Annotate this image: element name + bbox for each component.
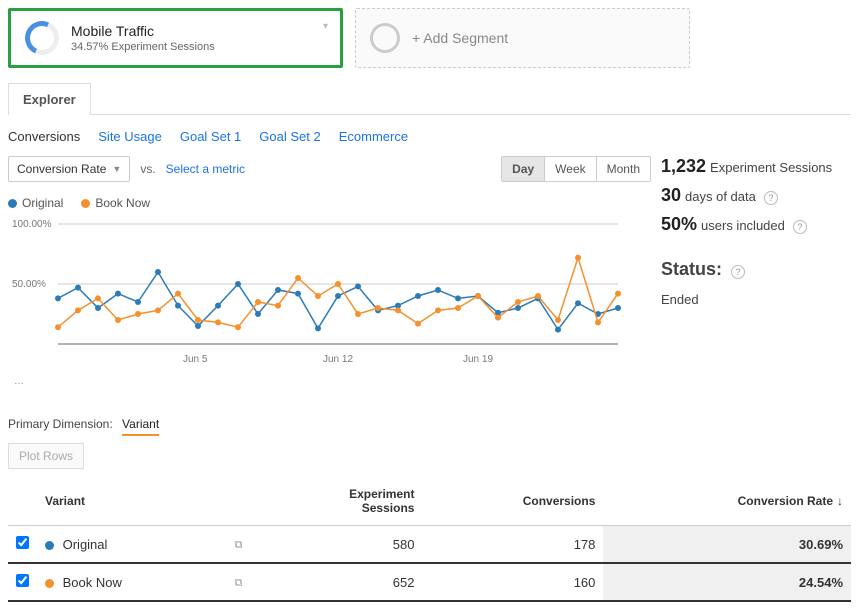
cell-sessions: 580 (256, 526, 422, 564)
dot-icon-blue (45, 541, 54, 550)
svg-text:100.00%: 100.00% (12, 219, 52, 230)
cell-conversions: 160 (422, 563, 603, 601)
metric1-dropdown[interactable]: Conversion Rate ▼ (8, 156, 130, 182)
summary-users: 50% users included ? (661, 214, 851, 235)
subtab-ecommerce[interactable]: Ecommerce (339, 129, 408, 144)
th-variant[interactable]: Variant (37, 477, 226, 526)
subtab-site-usage[interactable]: Site Usage (98, 129, 162, 144)
legend-original: Original (8, 196, 63, 210)
svg-text:Jun 19: Jun 19 (463, 354, 493, 365)
segment-subtitle: 34.57% Experiment Sessions (71, 41, 215, 53)
primary-dimension-label: Primary Dimension: (8, 417, 113, 431)
plot-rows-button: Plot Rows (8, 443, 84, 469)
cell-sessions: 652 (256, 563, 422, 601)
row-checkbox[interactable] (16, 574, 29, 587)
dot-icon-orange (81, 199, 90, 208)
legend-booknow: Book Now (81, 196, 150, 210)
add-segment-label: + Add Segment (412, 30, 508, 46)
gran-month[interactable]: Month (597, 157, 650, 181)
cell-rate: 30.69% (603, 526, 851, 564)
th-conversions[interactable]: Conversions (422, 477, 603, 526)
cell-variant: Original (37, 526, 226, 564)
granularity-toggle: Day Week Month (501, 156, 651, 182)
th-sessions[interactable]: Experiment Sessions (256, 477, 422, 526)
chevron-down-icon: ▾ (323, 21, 328, 32)
tab-explorer[interactable]: Explorer (8, 83, 91, 115)
sort-down-icon: ↓ (837, 494, 843, 508)
table-row: Book Now ⧉ 65216024.54% (8, 563, 851, 601)
vs-label: vs. (140, 162, 155, 176)
cell-variant: Book Now (37, 563, 226, 601)
metric2-select[interactable]: Select a metric (166, 162, 245, 176)
subtab-conversions[interactable]: Conversions (8, 129, 80, 144)
circle-icon (370, 23, 400, 53)
summary-sessions: 1,232 Experiment Sessions (661, 156, 851, 177)
variant-table: Variant Experiment Sessions Conversions … (8, 477, 851, 602)
table-row: Original ⧉ 58017830.69% (8, 526, 851, 564)
add-segment-button[interactable]: + Add Segment (355, 8, 690, 68)
primary-dimension-value[interactable]: Variant (122, 417, 159, 436)
gran-week[interactable]: Week (545, 157, 596, 181)
dot-icon-orange (45, 579, 54, 588)
open-icon[interactable]: ⧉ (234, 577, 242, 589)
segment-title: Mobile Traffic (71, 23, 215, 39)
svg-text:50.00%: 50.00% (12, 279, 46, 290)
help-icon[interactable]: ? (764, 191, 778, 205)
segment-mobile-traffic[interactable]: Mobile Traffic 34.57% Experiment Session… (8, 8, 343, 68)
help-icon[interactable]: ? (731, 265, 745, 279)
svg-text:Jun 5: Jun 5 (183, 354, 208, 365)
caret-down-icon: ▼ (112, 164, 121, 174)
cell-rate: 24.54% (603, 563, 851, 601)
cell-conversions: 178 (422, 526, 603, 564)
row-checkbox[interactable] (16, 536, 29, 549)
svg-text:Jun 12: Jun 12 (323, 354, 353, 365)
subtab-goal2[interactable]: Goal Set 2 (259, 129, 320, 144)
dot-icon-blue (8, 199, 17, 208)
metric1-label: Conversion Rate (17, 162, 106, 176)
summary-days: 30 days of data ? (661, 185, 851, 206)
subtab-goal1[interactable]: Goal Set 1 (180, 129, 241, 144)
open-icon[interactable]: ⧉ (234, 539, 242, 551)
status-value: Ended (661, 292, 851, 307)
help-icon[interactable]: ? (793, 220, 807, 234)
th-checkbox (8, 477, 37, 526)
x-axis-start-ellipsis: … (8, 374, 651, 397)
gran-day[interactable]: Day (502, 157, 545, 181)
donut-icon (20, 16, 64, 60)
status-heading: Status: ? (661, 259, 851, 280)
line-chart: 50.00% 100.00% Jun 5 Jun 12 Jun 19 (8, 214, 628, 374)
th-rate[interactable]: Conversion Rate↓ (603, 477, 851, 526)
